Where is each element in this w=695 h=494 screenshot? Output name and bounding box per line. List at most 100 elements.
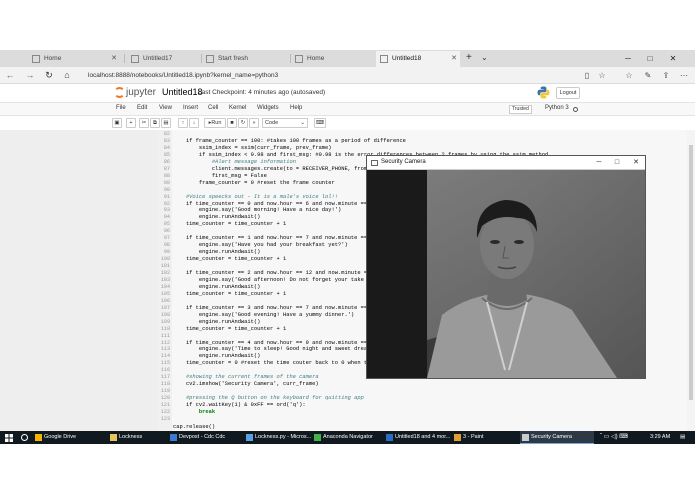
code-line[interactable]: frame_counter = 0 #reset the frame count… bbox=[173, 180, 335, 186]
close-tab-icon[interactable]: ✕ bbox=[451, 51, 457, 67]
scrollbar-thumb[interactable] bbox=[689, 145, 693, 400]
cortana-icon[interactable] bbox=[18, 431, 32, 444]
tray-icons[interactable]: ˆ ▭ ◁) ⌨ bbox=[600, 431, 640, 444]
taskbar-item[interactable]: Anaconda Navigator bbox=[312, 431, 382, 444]
code-line[interactable]: engine.runAndwait() bbox=[173, 249, 260, 255]
code-line[interactable]: time_counter = 0 #reset the time couter … bbox=[173, 360, 367, 366]
code-line[interactable]: engine.say('Good evening! Have a yummy d… bbox=[173, 312, 354, 318]
notebook-title[interactable]: Untitled18 bbox=[162, 87, 203, 97]
back-icon[interactable]: ← bbox=[4, 67, 16, 84]
code-line[interactable]: if time_counter == 4 and now.hour == 9 a… bbox=[173, 340, 367, 346]
restart-icon[interactable]: ↻ bbox=[238, 118, 248, 128]
taskbar-item[interactable]: Devpost - Cdc Cdc bbox=[168, 431, 242, 444]
browser-tab-untitled17[interactable]: Untitled17 bbox=[127, 51, 199, 67]
code-line[interactable]: engine.say('Good afternoon! Do not forge… bbox=[173, 277, 370, 283]
minimize-icon[interactable]: ─ bbox=[621, 50, 635, 67]
menu-widgets[interactable]: Widgets bbox=[257, 105, 279, 111]
browser-tab-start-fresh[interactable]: Start fresh bbox=[202, 51, 288, 67]
taskbar-item[interactable]: Lockness.py - Micros... bbox=[244, 431, 311, 444]
code-line[interactable]: time_counter = time_counter + 1 bbox=[173, 291, 286, 297]
reading-view-icon[interactable]: ▯ bbox=[581, 67, 593, 84]
code-line[interactable]: engine.say('Have you had your breakfast … bbox=[173, 242, 348, 248]
code-line[interactable]: cv2.imshow('Security Camera', curr_frame… bbox=[173, 381, 319, 387]
menu-file[interactable]: File bbox=[116, 105, 126, 111]
url-input[interactable]: localhost:8888/notebooks/Untitled18.ipyn… bbox=[88, 70, 278, 81]
minimize-icon[interactable]: ─ bbox=[593, 156, 605, 170]
menu-cell[interactable]: Cell bbox=[208, 105, 218, 111]
maximize-icon[interactable]: □ bbox=[643, 50, 657, 67]
refresh-icon[interactable]: ↻ bbox=[43, 67, 55, 84]
code-line[interactable]: engine.runAndwait() bbox=[173, 353, 260, 359]
code-line[interactable]: if time_counter == 3 and now.hour == 7 a… bbox=[173, 305, 367, 311]
code-line[interactable]: #pressing the Q button on the keyboard f… bbox=[173, 395, 364, 401]
jupyter-brand[interactable]: jupyter bbox=[126, 87, 156, 98]
move-down-icon[interactable]: ↓ bbox=[189, 118, 199, 128]
code-line[interactable]: time_counter = time_counter + 1 bbox=[173, 326, 286, 332]
favorite-star-icon[interactable]: ☆ bbox=[596, 67, 608, 84]
insert-cell-icon[interactable]: + bbox=[126, 118, 136, 128]
code-line[interactable]: if frame_counter == 100: #takes 100 fram… bbox=[173, 138, 406, 144]
code-line[interactable]: first_msg = False bbox=[173, 173, 267, 179]
code-line[interactable]: if time_counter == 0 and now.hour == 6 a… bbox=[173, 201, 367, 207]
code-line[interactable]: #Alert message information bbox=[173, 159, 296, 165]
cell-type-select[interactable]: Code ⌄ bbox=[262, 118, 308, 128]
code-line[interactable]: if time_counter == 1 and now.hour == 7 a… bbox=[173, 235, 367, 241]
move-up-icon[interactable]: ↑ bbox=[178, 118, 188, 128]
code-line[interactable]: engine.runAndwait() bbox=[173, 214, 260, 220]
code-line[interactable]: #Voice speecks out - It is a male's voic… bbox=[173, 194, 338, 200]
chevron-down-icon[interactable]: ⌄ bbox=[481, 50, 488, 66]
save-icon[interactable]: ▣ bbox=[112, 118, 122, 128]
logout-button[interactable]: Logout bbox=[556, 87, 580, 99]
command-palette-icon[interactable]: ⌨ bbox=[314, 118, 326, 128]
paste-icon[interactable]: ▤ bbox=[161, 118, 171, 128]
code-line[interactable]: if cv2.waitKey(1) & 0xFF == ord('q'): bbox=[173, 402, 306, 408]
menu-insert[interactable]: Insert bbox=[183, 105, 198, 111]
code-line[interactable]: #showing the current frames of the camer… bbox=[173, 374, 319, 380]
trusted-badge[interactable]: Trusted bbox=[509, 105, 532, 114]
browser-tab-home-2[interactable]: Home bbox=[291, 51, 375, 67]
menu-help[interactable]: Help bbox=[290, 105, 302, 111]
close-icon[interactable]: ✕ bbox=[666, 50, 680, 67]
windows-start-icon[interactable] bbox=[2, 431, 16, 444]
more-icon[interactable]: ⋯ bbox=[678, 67, 690, 84]
share-icon[interactable]: ⇪ bbox=[660, 67, 672, 84]
new-tab-button[interactable]: + bbox=[466, 50, 472, 66]
browser-tab-untitled18[interactable]: Untitled18 ✕ bbox=[376, 51, 460, 67]
close-icon[interactable]: ✕ bbox=[630, 156, 642, 170]
forward-icon[interactable]: → bbox=[24, 67, 36, 84]
notifications-icon[interactable]: ▤ bbox=[680, 431, 692, 444]
home-icon[interactable]: ⌂ bbox=[61, 67, 73, 84]
pen-icon[interactable]: ✎ bbox=[642, 67, 654, 84]
taskbar-item[interactable]: Untitled18 and 4 mor... bbox=[384, 431, 450, 444]
code-line[interactable]: break bbox=[173, 409, 215, 415]
browser-tab-home[interactable]: Home ✕ bbox=[28, 51, 120, 67]
camera-window-titlebar[interactable]: Security Camera ─ □ ✕ bbox=[367, 156, 645, 170]
code-line[interactable]: time_counter = time_counter + 1 bbox=[173, 221, 286, 227]
menu-edit[interactable]: Edit bbox=[137, 105, 147, 111]
fast-forward-icon[interactable]: » bbox=[249, 118, 259, 128]
code-line[interactable]: client.messages.create(to = RECEIVER_PHO… bbox=[173, 166, 374, 172]
taskbar-item[interactable]: Lockness bbox=[108, 431, 166, 444]
menu-kernel[interactable]: Kernel bbox=[229, 105, 246, 111]
code-line[interactable]: engine.say('Time to sleep! Good night an… bbox=[173, 346, 370, 352]
security-camera-window[interactable]: Security Camera ─ □ ✕ bbox=[366, 155, 646, 379]
stop-icon[interactable]: ■ bbox=[227, 118, 237, 128]
cut-icon[interactable]: ✂ bbox=[139, 118, 149, 128]
maximize-icon[interactable]: □ bbox=[611, 156, 623, 170]
close-tab-icon[interactable]: ✕ bbox=[111, 51, 117, 67]
menu-view[interactable]: View bbox=[159, 105, 172, 111]
code-line[interactable]: engine.runAndwait() bbox=[173, 284, 260, 290]
code-line[interactable]: engine.say('Good morning! Have a nice da… bbox=[173, 207, 341, 213]
code-line[interactable]: time_counter = time_counter + 1 bbox=[173, 256, 286, 262]
taskbar-item[interactable]: 3 - Paint bbox=[452, 431, 518, 444]
favorites-hub-icon[interactable]: ☆ bbox=[623, 67, 635, 84]
copy-icon[interactable]: ⧉ bbox=[150, 118, 160, 128]
line-number: 84 bbox=[163, 144, 170, 151]
code-line[interactable]: engine.runAndwait() bbox=[173, 319, 260, 325]
code-line[interactable]: if time_counter == 2 and now.hour == 12 … bbox=[173, 270, 370, 276]
run-button[interactable]: ▸Run bbox=[204, 118, 226, 128]
code-line[interactable]: ssim_index = ssim(curr_frame, prev_frame… bbox=[173, 145, 332, 151]
taskbar-item[interactable]: Google Drive bbox=[33, 431, 105, 444]
taskbar-clock[interactable]: 3:29 AM bbox=[650, 431, 670, 444]
taskbar-item[interactable]: Security Camera bbox=[520, 431, 594, 444]
